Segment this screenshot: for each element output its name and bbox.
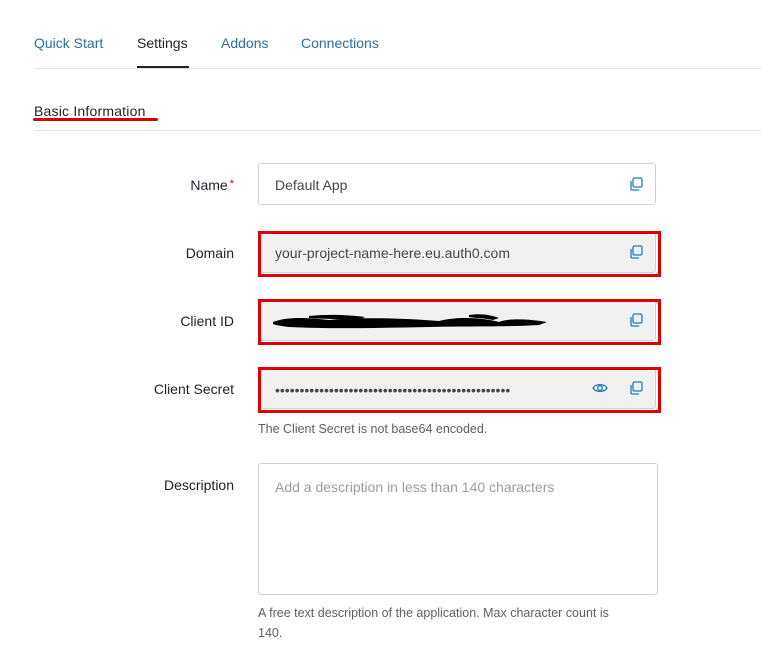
description-textarea[interactable]: Add a description in less than 140 chara… [258, 463, 658, 595]
section-divider [34, 130, 761, 131]
tab-settings[interactable]: Settings [137, 34, 188, 52]
required-mark: * [229, 178, 234, 190]
eye-icon[interactable] [592, 381, 608, 395]
tab-addons[interactable]: Addons [221, 34, 268, 52]
client-secret-label: Client Secret [153, 381, 234, 397]
domain-label: Domain [185, 245, 234, 261]
copy-icon[interactable] [629, 245, 643, 259]
domain-value: your-project-name-here.eu.auth0.com [275, 245, 511, 261]
tab-quick-start[interactable]: Quick Start [34, 34, 103, 52]
copy-icon[interactable] [629, 381, 643, 395]
active-tab-indicator [137, 66, 189, 68]
name-label: Name * [0, 177, 234, 193]
client-secret-masked-value: ••••••••••••••••••••••••••••••••••••••••… [275, 382, 511, 398]
client-id-field[interactable] [258, 299, 656, 341]
section-title: Basic Information [34, 103, 146, 119]
description-label: Description [163, 477, 234, 493]
client-id-label: Client ID [180, 313, 234, 329]
client-secret-help: The Client Secret is not base64 encoded. [258, 422, 488, 436]
tab-connections[interactable]: Connections [301, 34, 379, 52]
description-help-line1: A free text description of the applicati… [258, 606, 609, 620]
annotation-underline [33, 118, 158, 121]
client-secret-field[interactable]: ••••••••••••••••••••••••••••••••••••••••… [258, 367, 656, 409]
copy-icon[interactable] [629, 177, 643, 191]
redaction-scribble [273, 314, 547, 329]
copy-icon[interactable] [629, 313, 643, 327]
name-label-text: Name [190, 177, 228, 193]
description-help-line2: 140. [258, 626, 283, 640]
description-help: A free text description of the applicati… [258, 603, 609, 643]
description-placeholder: Add a description in less than 140 chara… [275, 479, 555, 495]
domain-field[interactable]: your-project-name-here.eu.auth0.com [258, 231, 656, 273]
name-field[interactable]: Default App [258, 163, 656, 205]
name-value: Default App [275, 177, 348, 193]
tab-bar: Quick Start Settings Addons Connections [34, 0, 761, 69]
